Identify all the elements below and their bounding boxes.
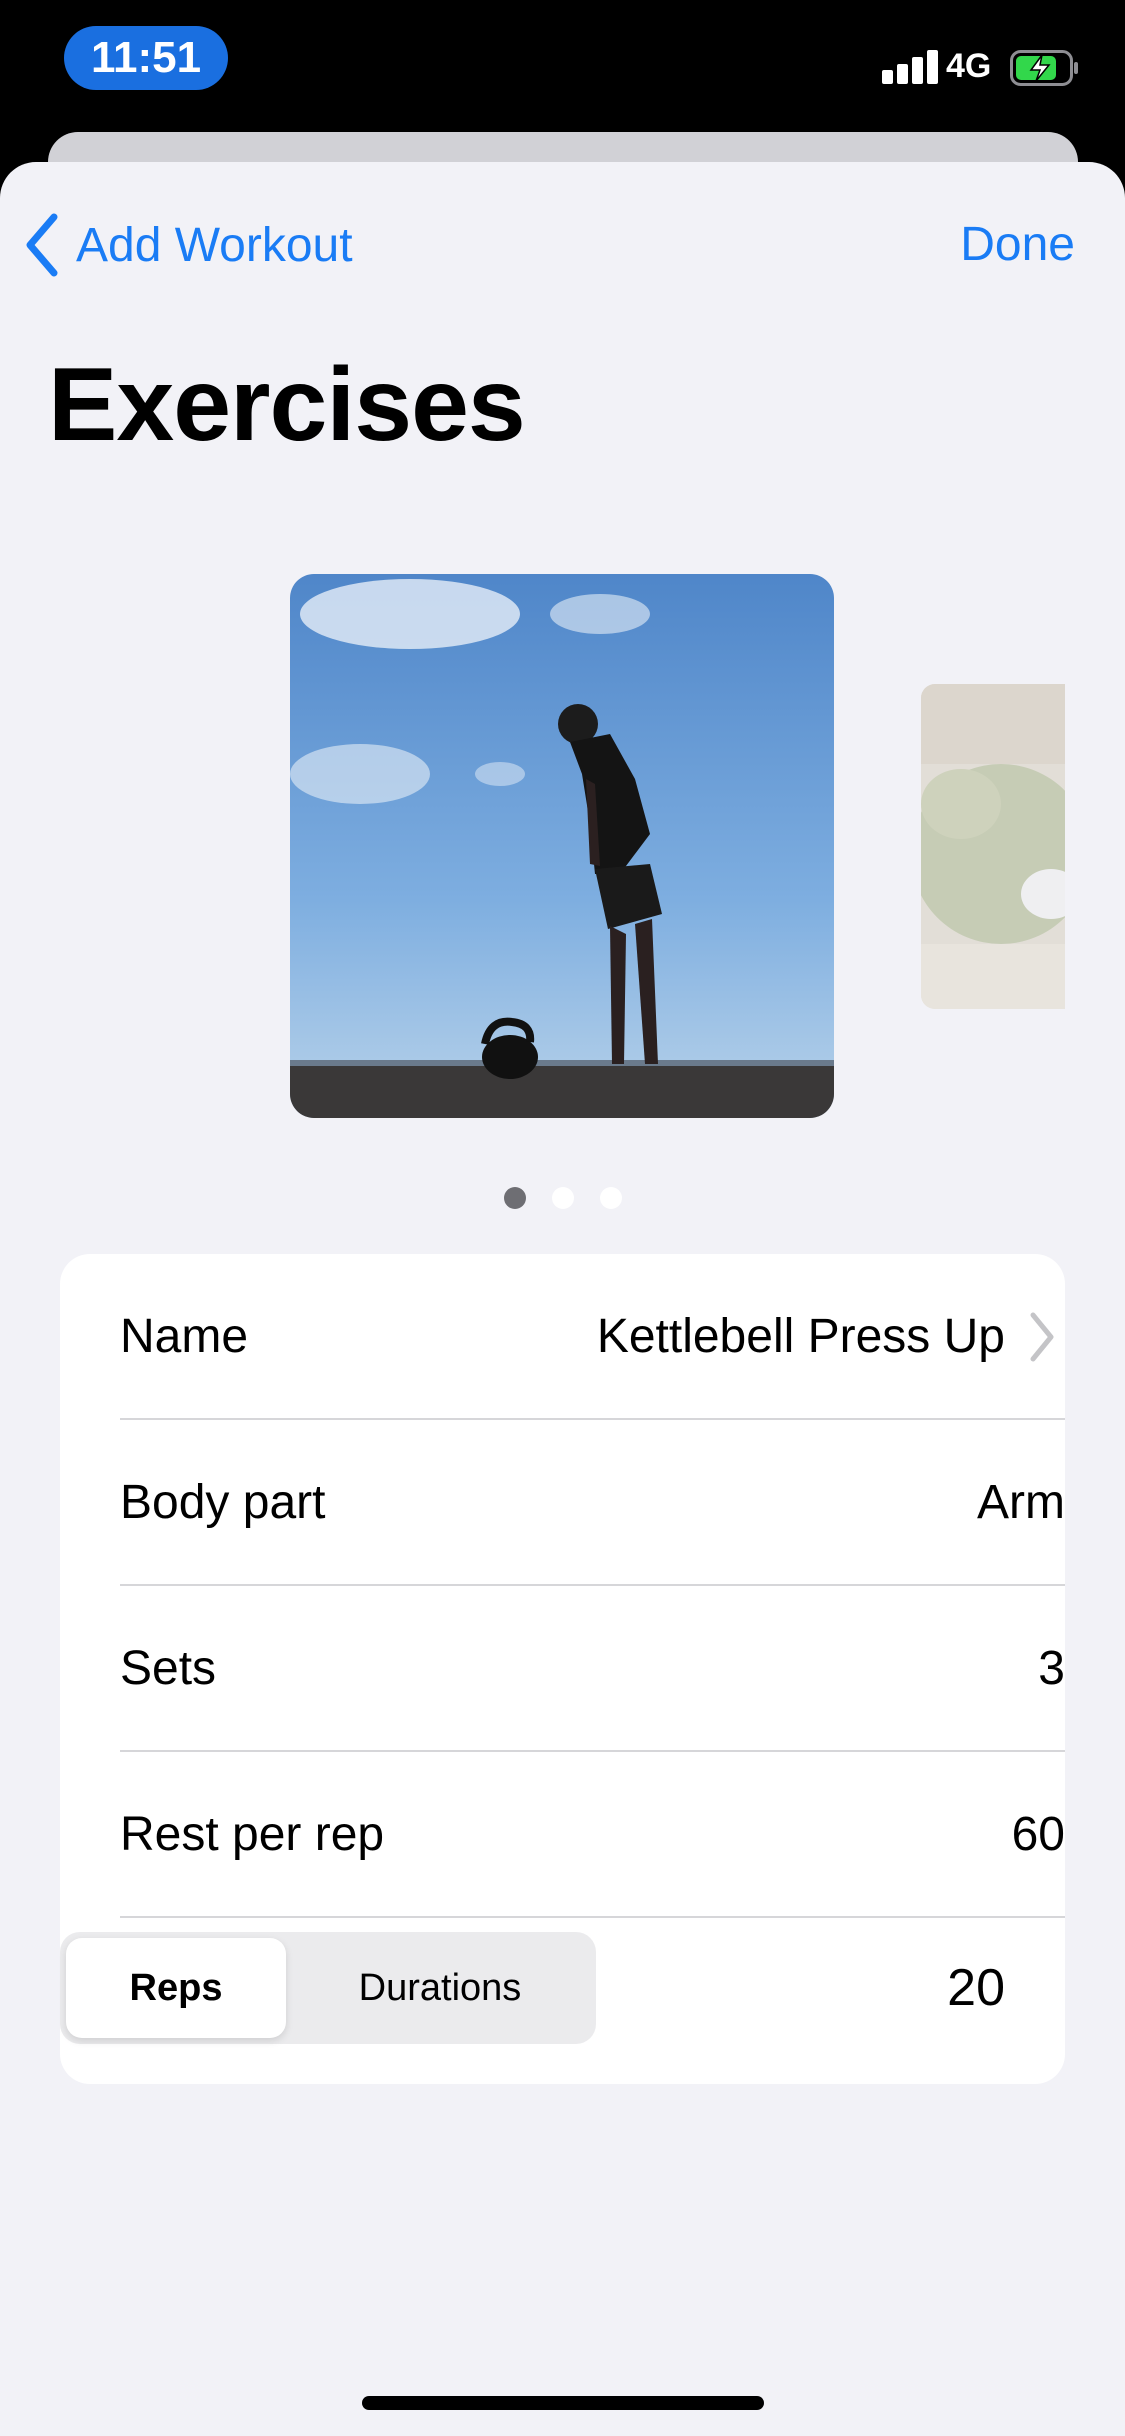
done-button[interactable]: Done [960, 210, 1075, 280]
signal-icon [882, 48, 938, 84]
segment-reps[interactable]: Reps [66, 1938, 286, 2038]
network-type: 4G [946, 47, 992, 85]
body-part-label: Body part [120, 1476, 326, 1529]
segment-durations[interactable]: Durations [290, 1938, 590, 2038]
status-time: 11:51 [64, 26, 228, 90]
exercise-photo-next[interactable] [921, 684, 1065, 1009]
page-indicator[interactable] [0, 1187, 1125, 1211]
body-part-value: Arm [977, 1476, 1065, 1529]
sets-label: Sets [120, 1642, 217, 1695]
page-title: Exercises [48, 347, 526, 463]
status-bar: 11:51 4G [0, 0, 1125, 150]
battery-charging-icon [1010, 50, 1078, 86]
back-button[interactable]: Add Workout [24, 210, 353, 280]
name-row[interactable]: Name Kettlebell Press Up [120, 1254, 1065, 1420]
rest-label: Rest per rep [120, 1808, 385, 1861]
sets-row[interactable]: Sets 3 [120, 1586, 1065, 1752]
sets-value: 3 [1038, 1642, 1065, 1695]
page-dot[interactable] [503, 1187, 526, 1209]
page-dot[interactable] [599, 1187, 622, 1209]
reps-durations-segmented-control[interactable]: Reps Durations [60, 1932, 596, 2044]
reps-value[interactable]: 20 [947, 1932, 1005, 2044]
back-button-label: Add Workout [76, 218, 353, 272]
exercise-carousel[interactable] [0, 574, 1125, 1118]
body-part-row[interactable]: Body part Arm [120, 1420, 1065, 1586]
chevron-right-icon [1030, 1312, 1054, 1362]
chevron-left-icon [26, 213, 58, 277]
name-value: Kettlebell Press Up [596, 1310, 1005, 1363]
home-indicator[interactable] [362, 2396, 764, 2410]
rest-row[interactable]: Rest per rep 60 [120, 1752, 1065, 1918]
name-label: Name [120, 1310, 249, 1363]
page-dot[interactable] [551, 1187, 574, 1209]
exercise-photo[interactable] [290, 574, 834, 1118]
rest-value: 60 [1011, 1808, 1065, 1861]
